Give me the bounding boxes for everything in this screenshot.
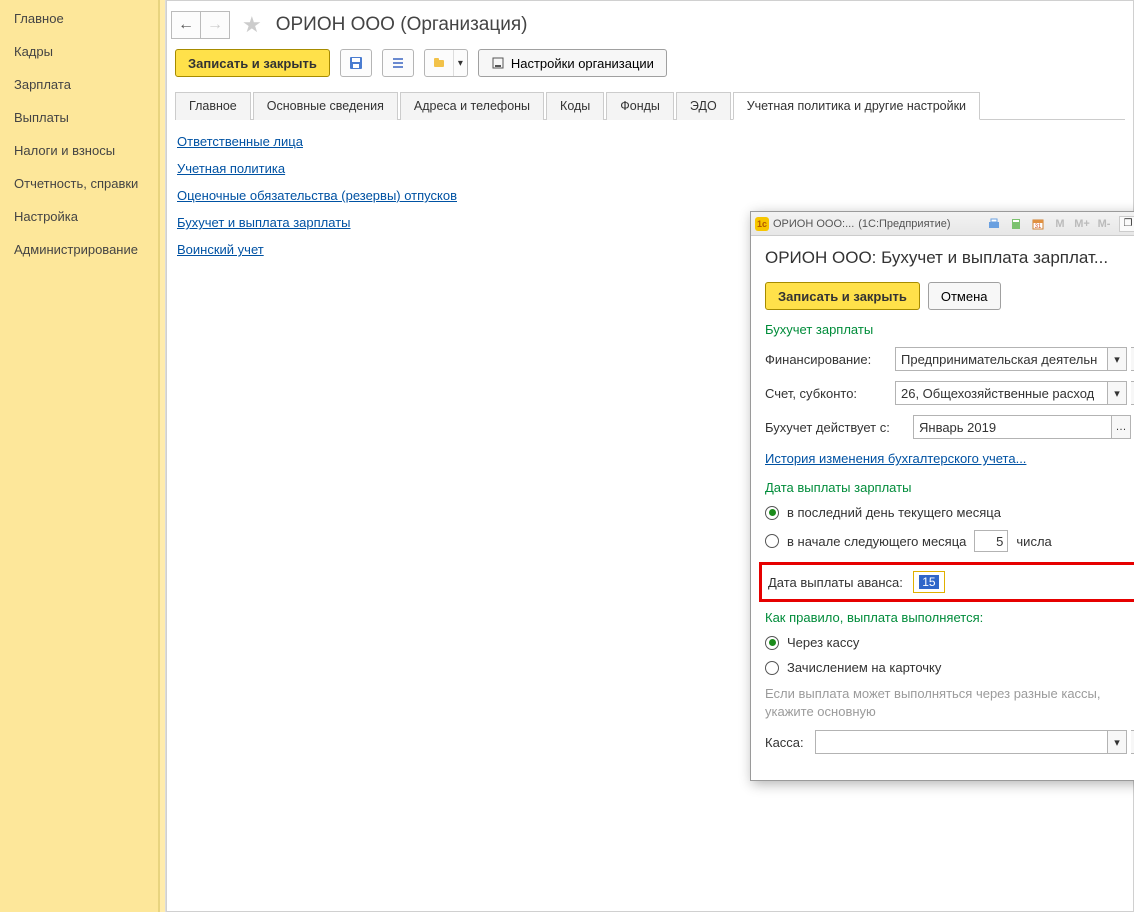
sidebar-item-main[interactable]: Главное	[0, 2, 158, 35]
advance-highlight-box: Дата выплаты аванса: 15	[759, 562, 1134, 602]
link-vacation-reserves[interactable]: Оценочные обязательства (резервы) отпуск…	[177, 188, 457, 203]
sidebar-item-nalogi[interactable]: Налоги и взносы	[0, 134, 158, 167]
sidebar-item-settings[interactable]: Настройка	[0, 200, 158, 233]
calculator-icon[interactable]	[1007, 216, 1025, 232]
section-paydate-heading: Дата выплаты зарплаты	[765, 480, 1134, 495]
app-1c-icon: 1c	[755, 217, 769, 231]
print-icon[interactable]	[985, 216, 1003, 232]
history-link[interactable]: История изменения бухгалтерского учета..…	[765, 451, 1026, 466]
advance-label: Дата выплаты аванса:	[768, 575, 903, 590]
attach-dropdown-button[interactable]: ▾	[424, 49, 468, 77]
calendar-icon[interactable]: 31	[1029, 216, 1047, 232]
memory-mminus-button[interactable]: M-	[1095, 218, 1113, 230]
effective-input[interactable]: Январь 2019	[913, 415, 1111, 439]
financing-dropdown-button[interactable]: ▾	[1107, 347, 1127, 371]
kassa-input[interactable]	[815, 730, 1107, 754]
paydate-next-month-label: в начале следующего месяца	[787, 534, 966, 549]
kassa-label: Касса:	[765, 735, 815, 750]
org-settings-label: Настройки организации	[511, 56, 654, 71]
chevron-down-icon: ▾	[453, 50, 467, 76]
paydate-day-suffix: числа	[1016, 534, 1051, 549]
nav-back-button[interactable]: ←	[171, 11, 201, 39]
payment-card-label: Зачислением на карточку	[787, 660, 941, 675]
payment-cash-radio[interactable]	[765, 636, 779, 650]
tab-funds[interactable]: Фонды	[606, 92, 674, 120]
tab-main[interactable]: Главное	[175, 92, 251, 120]
sidebar-item-zarplata[interactable]: Зарплата	[0, 68, 158, 101]
account-dropdown-button[interactable]: ▾	[1107, 381, 1127, 405]
sidebar-item-vyplaty[interactable]: Выплаты	[0, 101, 158, 134]
tab-basic-info[interactable]: Основные сведения	[253, 92, 398, 120]
svg-text:31: 31	[1035, 224, 1042, 230]
tab-codes[interactable]: Коды	[546, 92, 604, 120]
tab-accounting-policy[interactable]: Учетная политика и другие настройки	[733, 92, 980, 120]
sidebar-item-kadry[interactable]: Кадры	[0, 35, 158, 68]
link-accounting-policy[interactable]: Учетная политика	[177, 161, 285, 176]
nav-forward-button[interactable]: →	[200, 11, 230, 39]
dialog-window: 1c ОРИОН ООО:... (1С:Предприятие) 31 M M…	[750, 211, 1134, 781]
effective-label: Бухучет действует с:	[765, 420, 913, 435]
section-payment-method-heading: Как правило, выплата выполняется:	[765, 610, 1134, 625]
dialog-titlebar-platform: (1С:Предприятие)	[858, 218, 950, 230]
window-maximize-button[interactable]: ❐	[1119, 216, 1134, 232]
account-input[interactable]: 26, Общехозяйственные расход	[895, 381, 1107, 405]
save-and-close-button[interactable]: Записать и закрыть	[175, 49, 330, 77]
memory-m-button[interactable]: M	[1051, 218, 1069, 230]
save-icon-button[interactable]	[340, 49, 372, 77]
sidebar-item-admin[interactable]: Администрирование	[0, 233, 158, 266]
advance-date-input[interactable]: 15	[913, 571, 945, 593]
payment-card-radio[interactable]	[765, 661, 779, 675]
list-icon-button[interactable]	[382, 49, 414, 77]
dialog-save-close-button[interactable]: Записать и закрыть	[765, 282, 920, 310]
account-label: Счет, субконто:	[765, 386, 895, 401]
paydate-last-day-radio[interactable]	[765, 506, 779, 520]
paydate-last-day-label: в последний день текущего месяца	[787, 505, 1001, 520]
main-panel: ← → ★ ОРИОН ООО (Организация) Записать и…	[166, 0, 1134, 912]
section-accounting-heading: Бухучет зарплаты	[765, 322, 1134, 337]
kassa-dropdown-button[interactable]: ▾	[1107, 730, 1127, 754]
tabs: Главное Основные сведения Адреса и телеф…	[175, 91, 1125, 120]
paydate-next-month-radio[interactable]	[765, 534, 779, 548]
effective-picker-button[interactable]: …	[1111, 415, 1131, 439]
tab-addresses[interactable]: Адреса и телефоны	[400, 92, 544, 120]
financing-label: Финансирование:	[765, 352, 895, 367]
advance-date-value: 15	[919, 575, 938, 589]
link-responsible[interactable]: Ответственные лица	[177, 134, 303, 149]
dialog-cancel-button[interactable]: Отмена	[928, 282, 1001, 310]
dialog-title: ОРИОН ООО: Бухучет и выплата зарплат...	[765, 248, 1134, 268]
sidebar: Главное Кадры Зарплата Выплаты Налоги и …	[0, 0, 160, 912]
payment-cash-label: Через кассу	[787, 635, 859, 650]
link-military[interactable]: Воинский учет	[177, 242, 264, 257]
page-title: ОРИОН ООО (Организация)	[274, 14, 528, 36]
memory-mplus-button[interactable]: M+	[1073, 218, 1091, 230]
dialog-titlebar-app: ОРИОН ООО:...	[773, 218, 854, 230]
dialog-titlebar[interactable]: 1c ОРИОН ООО:... (1С:Предприятие) 31 M M…	[751, 212, 1134, 236]
tab-edo[interactable]: ЭДО	[676, 92, 731, 120]
favorite-star-icon[interactable]: ★	[236, 12, 268, 38]
sidebar-item-reports[interactable]: Отчетность, справки	[0, 167, 158, 200]
org-settings-button[interactable]: Настройки организации	[478, 49, 667, 77]
kassa-hint: Если выплата может выполняться через раз…	[765, 685, 1134, 720]
paydate-day-input[interactable]: 5	[974, 530, 1008, 552]
link-accounting-payroll[interactable]: Бухучет и выплата зарплаты	[177, 215, 351, 230]
financing-input[interactable]: Предпринимательская деятельн	[895, 347, 1107, 371]
